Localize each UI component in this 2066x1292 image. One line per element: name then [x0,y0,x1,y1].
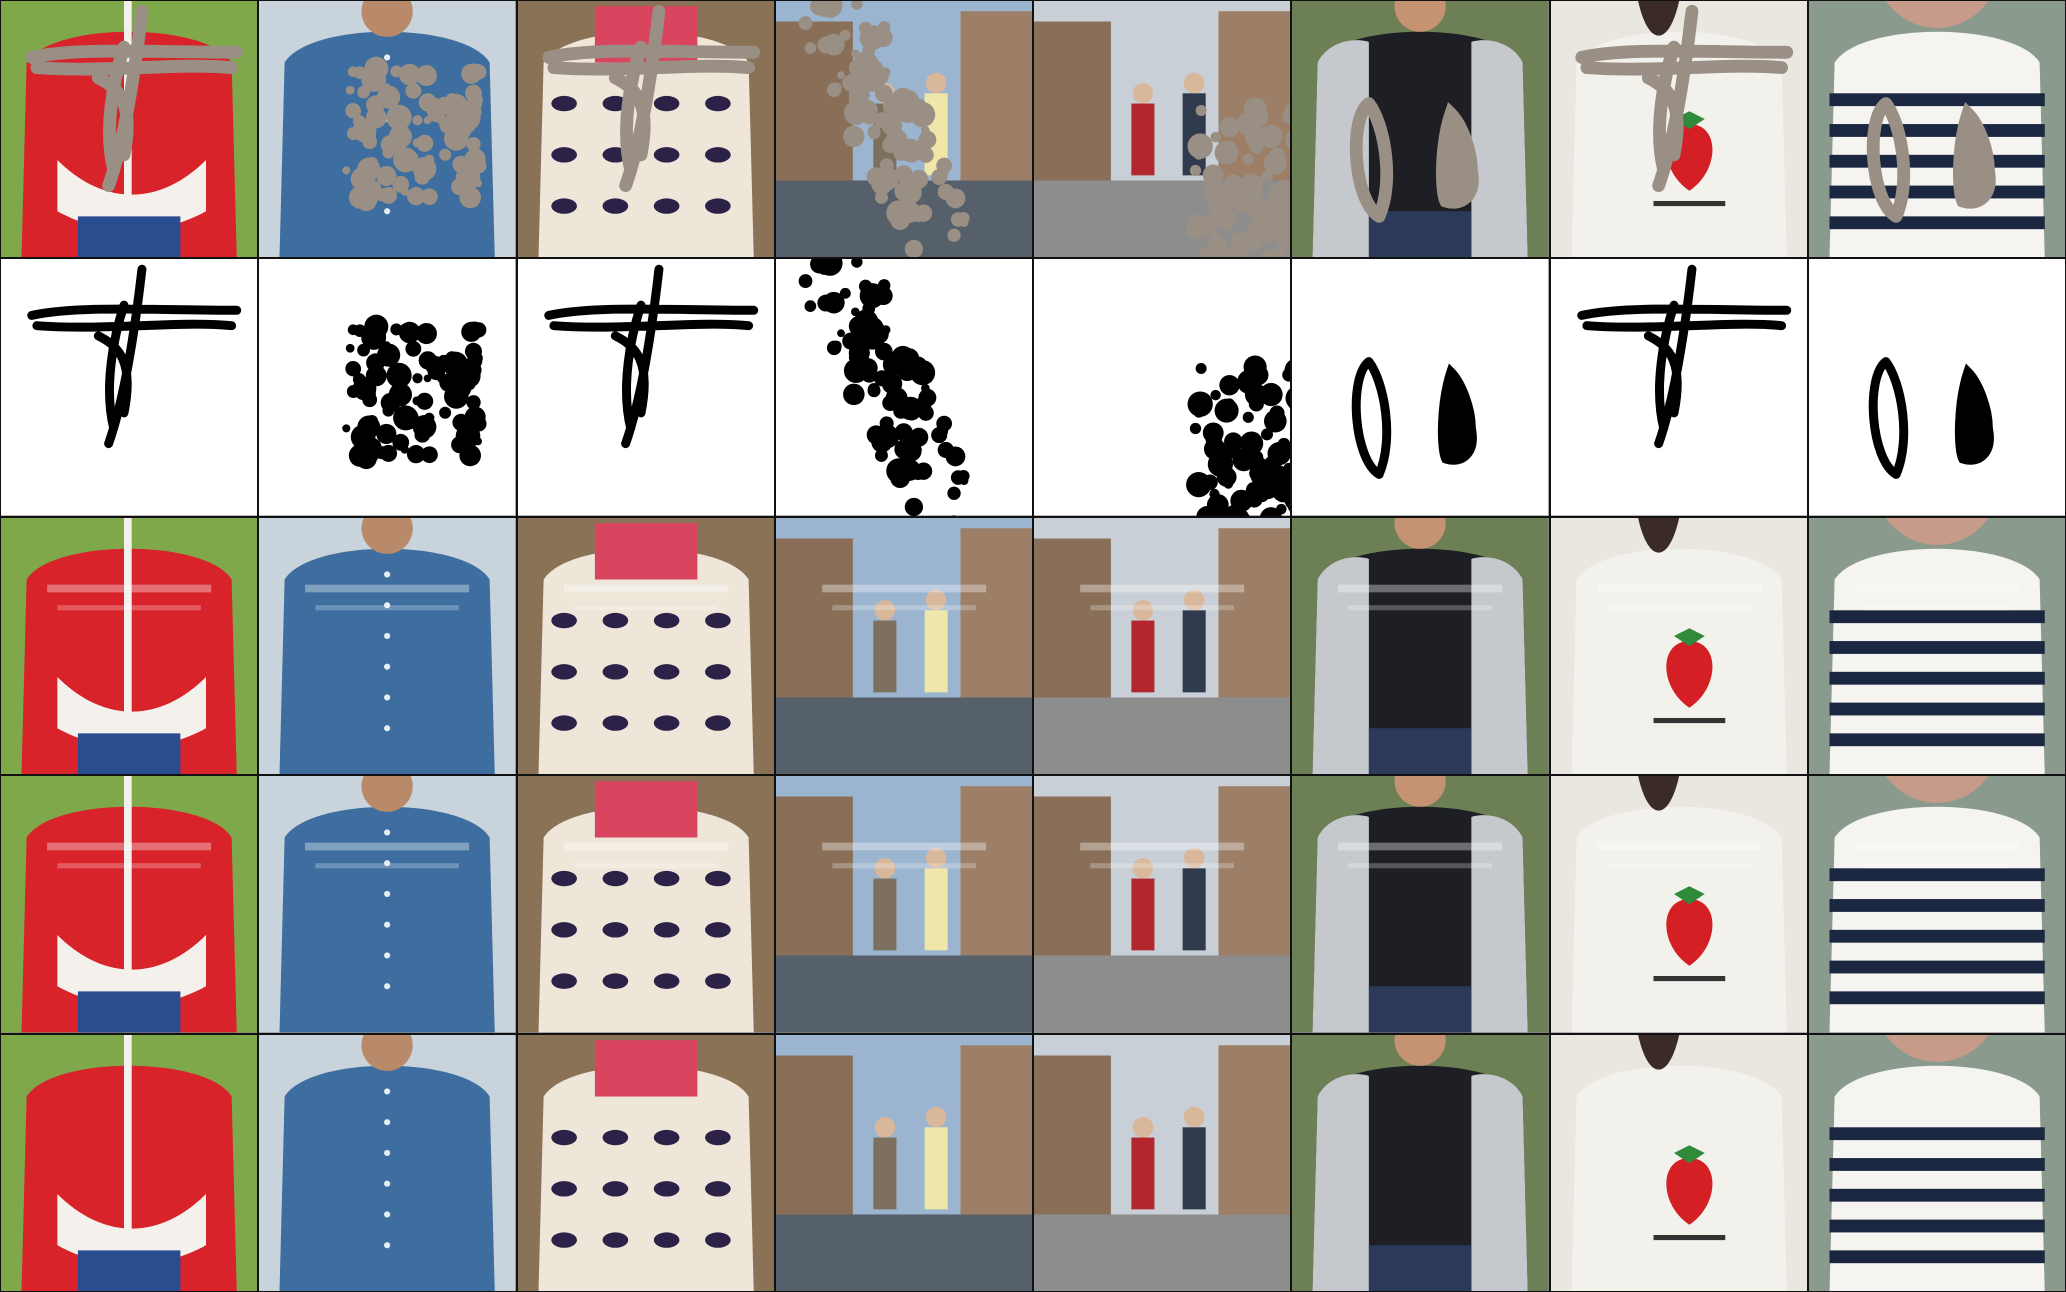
ground-truth-tile [1550,1034,1807,1291]
masked-input-tile [1808,1,2065,258]
masked-input-tile [1550,1,1807,258]
mask-image [1808,259,2065,516]
mask-image [1550,259,1807,516]
scene-image [517,517,774,775]
mask-image [1,259,258,516]
result-tile [1550,776,1807,1033]
ground-truth-tile [1292,1034,1549,1291]
mask-tile [1,259,258,516]
result-tile [259,517,516,775]
result-tile [1292,776,1549,1033]
scene-image [517,1,774,258]
result-tile [1550,517,1807,775]
scene-image [1034,1,1291,258]
mask-image [259,259,516,516]
result-tile [1,776,258,1033]
mask-tile [259,259,516,516]
mask-tile [1292,259,1549,516]
scene-image [259,1,516,258]
masked-input-tile [517,1,774,258]
result-tile [1808,776,2065,1033]
ground-truth-tile [259,1034,516,1291]
masked-input-tile [1292,1,1549,258]
result-tile [1034,517,1291,775]
image-grid [0,0,2066,1292]
mask-tile [517,259,774,516]
masked-input-tile [259,1,516,258]
scene-image [1808,1034,2065,1291]
masked-input-tile [1034,1,1291,258]
scene-image [1808,517,2065,775]
scene-image [1808,1,2065,258]
masked-input-tile [1,1,258,258]
mask-tile [775,259,1032,516]
result-tile [775,776,1032,1033]
result-tile [1808,517,2065,775]
scene-image [775,776,1032,1033]
scene-image [775,517,1032,775]
scene-image [1550,1034,1807,1291]
scene-image [1034,517,1291,775]
scene-image [1034,776,1291,1033]
scene-image [1,1034,258,1291]
mask-image [1292,259,1549,516]
result-tile [1034,776,1291,1033]
scene-image [259,1034,516,1291]
mask-image [775,259,1032,516]
scene-image [1550,776,1807,1033]
scene-image [517,1034,774,1291]
scene-image [775,1,1032,258]
scene-image [1,1,258,258]
ground-truth-tile [517,1034,774,1291]
result-tile [517,776,774,1033]
ground-truth-tile [775,1034,1032,1291]
ground-truth-tile [1,1034,258,1291]
scene-image [259,776,516,1033]
scene-image [1292,776,1549,1033]
scene-image [1,776,258,1033]
scene-image [517,776,774,1033]
result-tile [775,517,1032,775]
mask-tile [1808,259,2065,516]
ground-truth-tile [1034,1034,1291,1291]
scene-image [1550,517,1807,775]
scene-image [1808,776,2065,1033]
mask-image [1034,259,1291,516]
result-tile [1292,517,1549,775]
result-tile [1,517,258,775]
scene-image [1034,1034,1291,1291]
result-tile [517,517,774,775]
scene-image [259,517,516,775]
ground-truth-tile [1808,1034,2065,1291]
scene-image [1292,1034,1549,1291]
result-tile [259,776,516,1033]
scene-image [1292,517,1549,775]
mask-tile [1550,259,1807,516]
scene-image [775,1034,1032,1291]
masked-input-tile [775,1,1032,258]
mask-tile [1034,259,1291,516]
scene-image [1292,1,1549,258]
scene-image [1,517,258,775]
mask-image [517,259,774,516]
scene-image [1550,1,1807,258]
